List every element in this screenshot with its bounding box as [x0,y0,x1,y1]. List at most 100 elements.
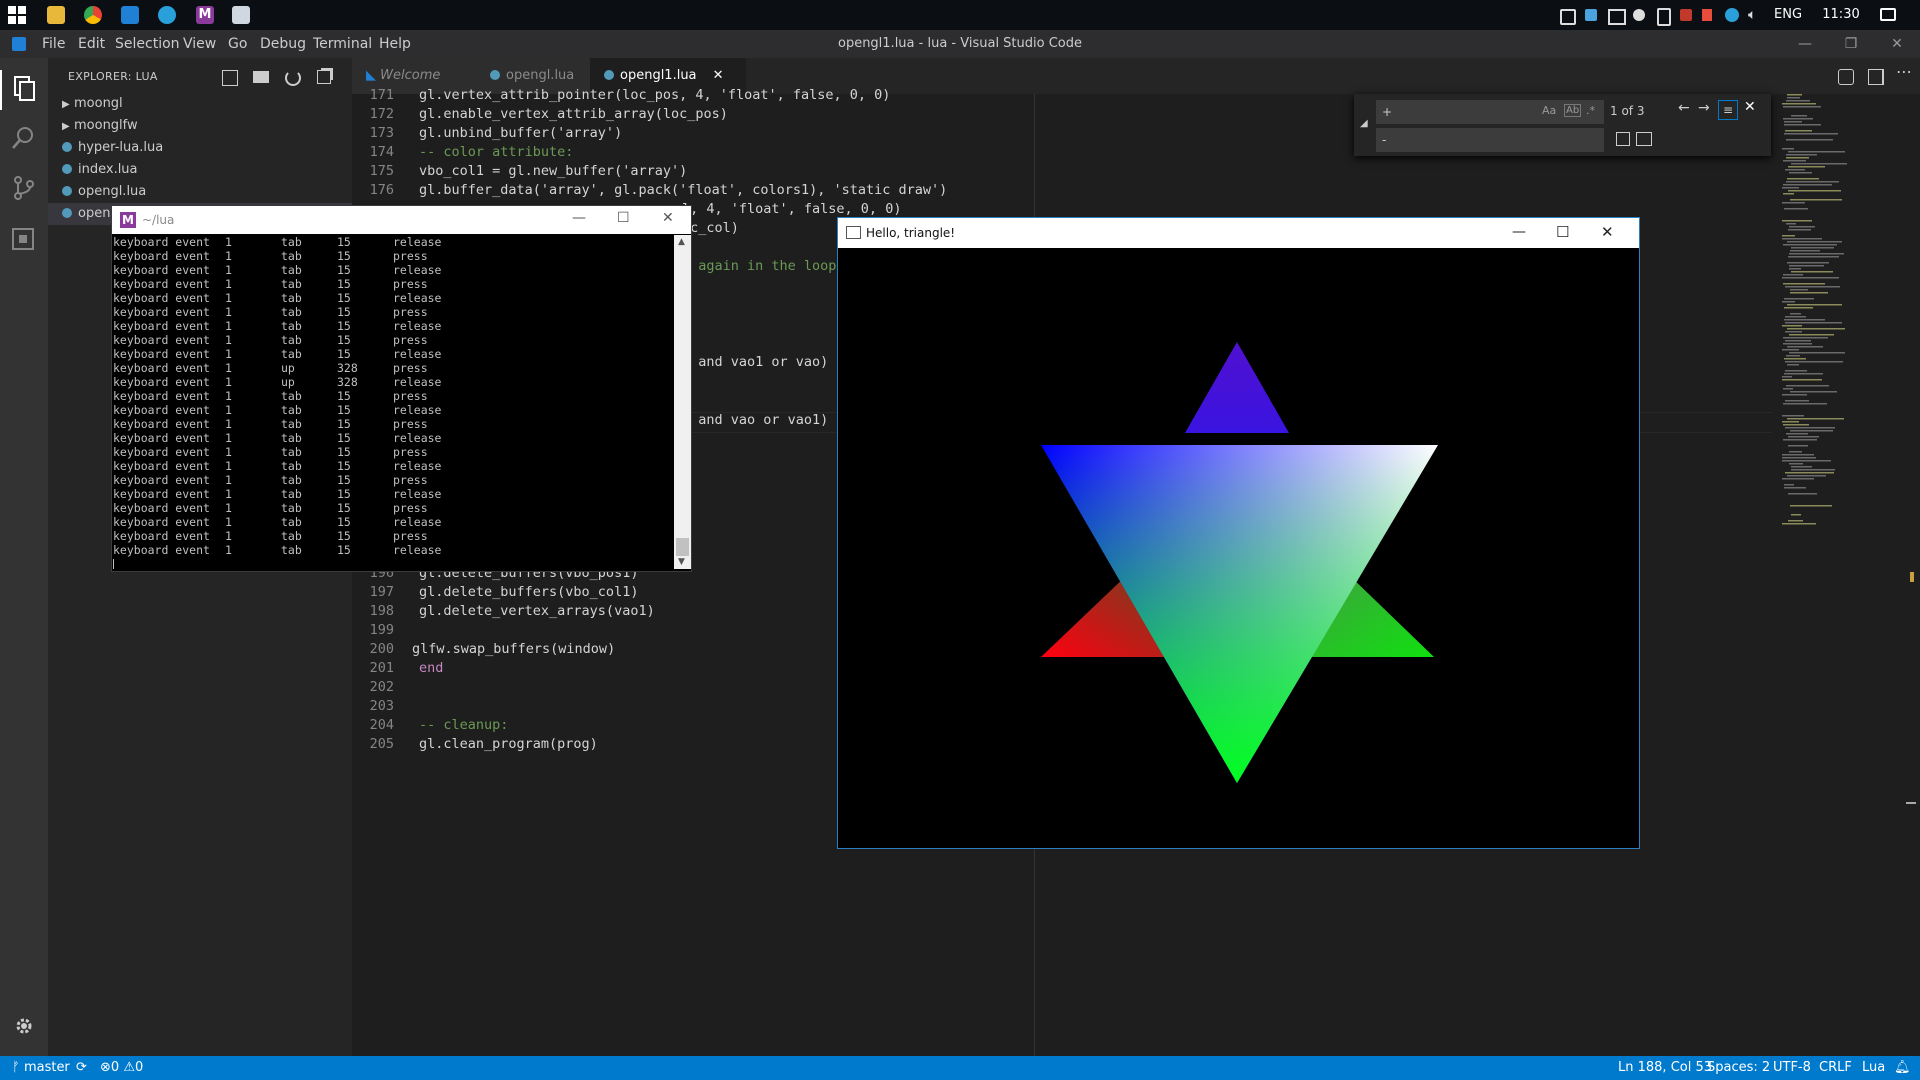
collapse-all-icon[interactable] [317,70,331,84]
tray-clock[interactable]: 11:30 PM [1811,0,1871,52]
terminal-window[interactable]: M ~/lua — ☐ ✕ keyboard event 1 tab 15 releas… [111,205,692,572]
more-actions-icon[interactable]: ⋯ [1896,62,1912,81]
code-line-partial: R and vao1 or vao) [682,354,829,370]
terminal-cell: keyboard event [113,487,210,501]
tray-usb-icon[interactable] [1657,8,1671,26]
chrome-icon[interactable] [84,6,102,24]
vscode-icon[interactable] [121,6,139,24]
menu-debug[interactable]: Debug [260,30,306,58]
terminal-cell: keyboard event [113,305,210,319]
scroll-up-icon[interactable]: ▲ [678,237,685,247]
indentation[interactable]: Spaces: 2 [1707,1056,1770,1080]
sidebar-item-moongl[interactable]: ▶ moongl [62,93,123,115]
language-mode[interactable]: Lua [1862,1056,1885,1080]
tray-steam-icon[interactable] [1633,9,1645,21]
terminal-scrollbar[interactable]: ▲ ▼ [674,235,691,569]
maximize-button[interactable]: ☐ [617,210,630,226]
notifications-bell-icon[interactable]: 🔔︎ [1894,1056,1911,1080]
sidebar-item-hyper-lua[interactable]: hyper-lua.lua [62,137,163,159]
settings-gear-icon[interactable] [10,1012,38,1040]
minimize-button[interactable]: — [1512,224,1526,240]
close-tab-icon[interactable]: ✕ [713,68,724,83]
split-editor-icon[interactable] [1868,69,1884,85]
tray-volume-icon[interactable]: 🔈︎ [1748,7,1756,23]
menu-view[interactable]: View [183,30,216,58]
menu-edit[interactable]: Edit [78,30,105,58]
tray-language[interactable]: ENG [1774,0,1802,30]
cursor-position[interactable]: Ln 188, Col 53 [1618,1056,1712,1080]
match-case-icon[interactable]: Aa [1542,104,1556,117]
sidebar-item-moonglfw[interactable]: ▶ moonglfw [62,115,138,137]
git-branch[interactable]: ᚠ master [12,1056,70,1080]
minimap-line [1783,403,1827,405]
tray-cloud-icon[interactable] [1585,9,1597,21]
previous-match-icon[interactable]: ← [1678,100,1690,116]
minimap-line [1786,355,1800,357]
encoding[interactable]: UTF-8 [1773,1056,1811,1080]
menu-help[interactable]: Help [379,30,411,58]
file-explorer-icon[interactable] [47,6,65,24]
menu-file[interactable]: File [42,30,65,58]
replace-all-icon[interactable] [1636,132,1652,146]
windows-start-icon[interactable] [8,6,26,24]
scrollbar-position[interactable] [1906,802,1916,804]
terminal-title-bar[interactable]: M ~/lua — ☐ ✕ [112,206,691,234]
minimap-line [1787,364,1799,366]
problems-indicator[interactable]: ⊗0 ⚠0 [100,1056,143,1080]
tray-antivirus-icon[interactable] [1680,9,1692,21]
tab-label: opengl.lua [506,68,575,83]
new-folder-icon[interactable] [253,71,269,83]
terminal-output[interactable]: keyboard event 1 tab 15 release keyboard even… [112,235,672,569]
minimize-button[interactable]: — [572,210,586,226]
menu-go[interactable]: Go [228,30,247,58]
telegram-icon[interactable] [158,6,176,24]
refresh-icon[interactable] [285,70,301,86]
tray-network-icon[interactable] [1560,9,1576,25]
terminal-cell: keyboard event [113,277,210,291]
next-match-icon[interactable]: → [1698,100,1710,116]
new-file-icon[interactable] [222,70,238,86]
close-window-button[interactable]: ✕ [662,210,674,226]
close-window-button[interactable]: ✕ [1882,30,1912,58]
open-changes-icon[interactable] [1838,69,1854,85]
tray-telegram-icon[interactable] [1725,8,1739,22]
close-find-icon[interactable]: ✕ [1744,99,1756,115]
scroll-down-icon[interactable]: ▼ [678,557,685,567]
replace-input[interactable]: - [1376,128,1604,152]
restore-button[interactable]: ❐ [1836,30,1866,58]
minimap-line [1787,418,1844,420]
tray-red-icon[interactable] [1702,9,1712,21]
action-center-icon[interactable] [1880,8,1896,21]
regex-icon[interactable]: .* [1586,104,1595,117]
extensions-icon[interactable] [10,224,38,252]
gl-window[interactable]: Hello, triangle! — ☐ ✕ [837,217,1640,849]
line-ending[interactable]: CRLF [1819,1056,1852,1080]
search-icon[interactable] [10,124,38,152]
menu-selection[interactable]: Selection [115,30,180,58]
maximize-button[interactable]: ☐ [1556,223,1569,241]
minimap-line [1782,325,1802,327]
sync-icon[interactable]: ⟳ [76,1056,87,1080]
minimap[interactable] [1780,94,1890,554]
terminal-cell: 1 [225,417,232,431]
source-control-icon[interactable] [10,174,38,202]
find-in-selection-icon[interactable]: ≡ [1718,100,1738,120]
toggle-replace-icon[interactable]: ◢ [1360,118,1368,129]
close-window-button[interactable]: ✕ [1601,223,1614,241]
tray-display-icon[interactable] [1608,9,1626,25]
sidebar-item-index-lua[interactable]: index.lua [62,159,138,181]
gl-title-bar[interactable]: Hello, triangle! — ☐ ✕ [838,218,1639,248]
terminal-window-icon[interactable] [232,6,250,24]
minimap-line [1783,439,1817,441]
minimize-button[interactable]: — [1790,30,1820,58]
minimap-line [1789,352,1845,354]
scroll-thumb[interactable] [676,538,689,556]
menu-terminal[interactable]: Terminal [313,30,372,58]
explorer-icon[interactable] [10,74,38,102]
msys-icon[interactable]: M [196,6,214,24]
replace-one-icon[interactable] [1616,132,1630,146]
whole-word-icon[interactable]: Ab [1564,104,1582,117]
code-line-keyword: end [419,660,444,676]
sidebar-item-opengl-lua[interactable]: opengl.lua [62,181,146,203]
terminal-cell: 1 [225,263,232,277]
